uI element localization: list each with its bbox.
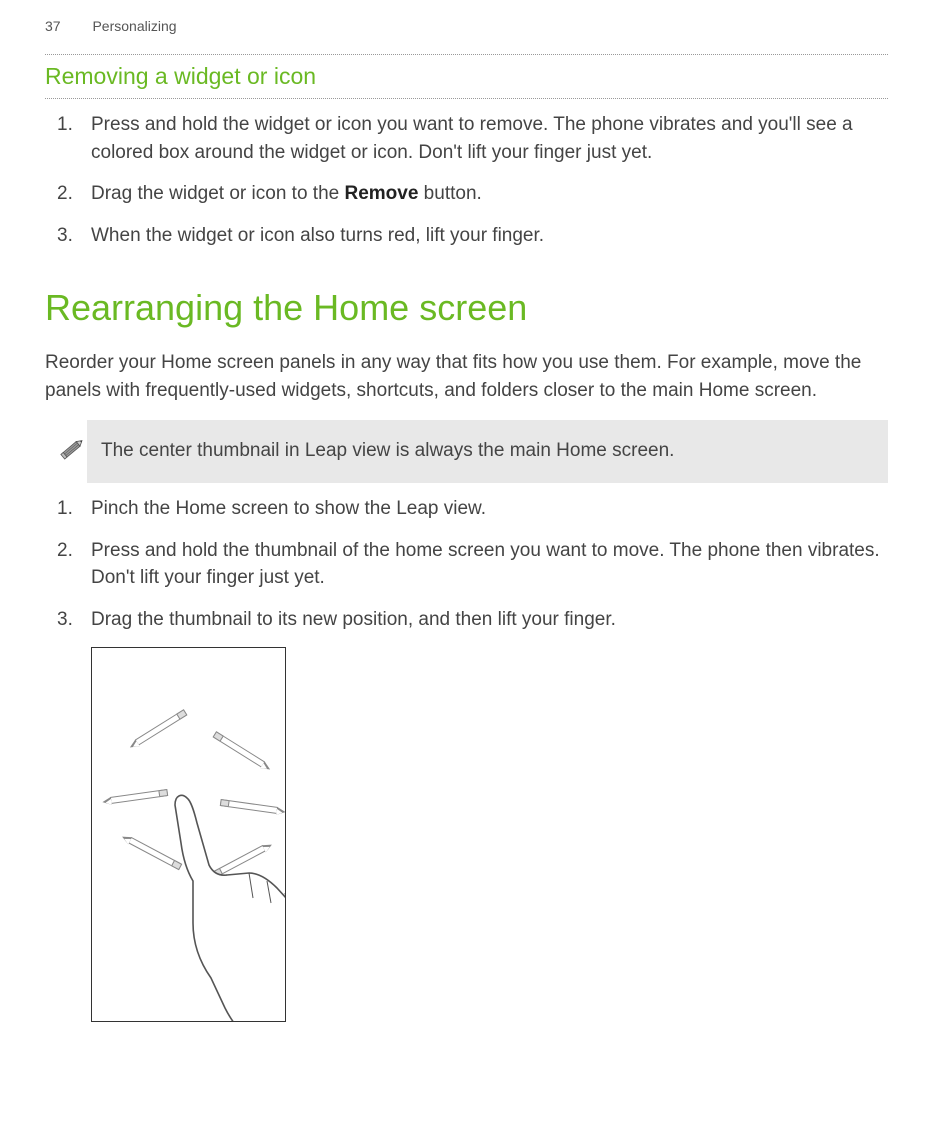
subheading-wrap-1: Removing a widget or icon: [45, 54, 888, 99]
pencil-icon: [57, 434, 87, 469]
heading-rearranging: Rearranging the Home screen: [45, 287, 888, 329]
pinch-illustration: [91, 647, 286, 1022]
step-text: Drag the thumbnail to its new position, …: [91, 609, 616, 630]
step-item: Pinch the Home screen to show the Leap v…: [87, 495, 888, 523]
divider: [45, 98, 888, 99]
page-content: Removing a widget or icon Press and hold…: [0, 54, 933, 1022]
steps-list-1: Press and hold the widget or icon you wa…: [45, 111, 888, 249]
pencil-icon: [135, 710, 188, 747]
note-box: The center thumbnail in Leap view is alw…: [87, 420, 888, 483]
divider: [45, 54, 888, 55]
step-item: Drag the widget or icon to the Remove bu…: [87, 180, 888, 208]
hand-icon: [157, 783, 286, 1022]
steps-list-2: Pinch the Home screen to show the Leap v…: [45, 495, 888, 633]
step-text-pre: Drag the widget or icon to the: [91, 183, 344, 204]
step-text-bold: Remove: [344, 183, 418, 204]
step-item: Press and hold the thumbnail of the home…: [87, 537, 888, 592]
pencil-icon: [213, 732, 266, 769]
step-item: When the widget or icon also turns red, …: [87, 222, 888, 250]
subheading-removing: Removing a widget or icon: [45, 57, 888, 96]
step-text: Press and hold the widget or icon you wa…: [91, 114, 853, 163]
note-wrapper: The center thumbnail in Leap view is alw…: [45, 420, 888, 483]
page-number: 37: [45, 18, 61, 34]
note-text: The center thumbnail in Leap view is alw…: [101, 438, 674, 465]
step-item: Press and hold the widget or icon you wa…: [87, 111, 888, 166]
page-header: 37 Personalizing: [0, 0, 933, 52]
step-text: When the widget or icon also turns red, …: [91, 225, 544, 246]
step-text-post: button.: [418, 183, 481, 204]
step-text: Press and hold the thumbnail of the home…: [91, 540, 880, 589]
intro-paragraph: Reorder your Home screen panels in any w…: [45, 349, 888, 404]
section-name: Personalizing: [92, 18, 176, 34]
step-item: Drag the thumbnail to its new position, …: [87, 606, 888, 634]
step-text: Pinch the Home screen to show the Leap v…: [91, 498, 486, 519]
